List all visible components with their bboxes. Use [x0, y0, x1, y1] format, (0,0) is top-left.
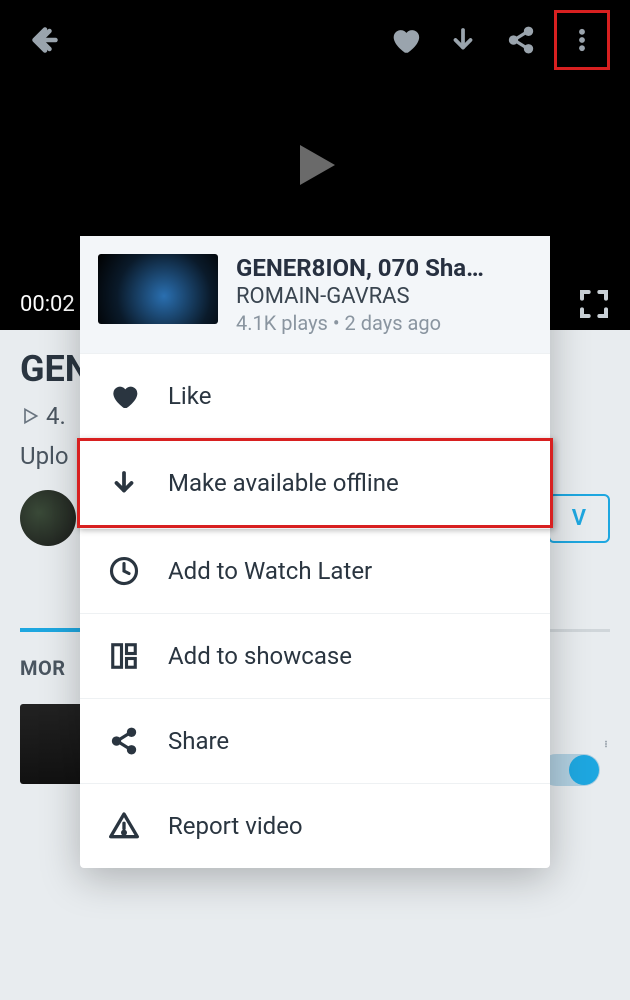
sheet-thumbnail [98, 254, 218, 324]
avatar[interactable] [20, 490, 76, 546]
current-time: 00:02 [20, 292, 75, 317]
back-button[interactable] [20, 15, 70, 65]
download-arrow-icon [109, 468, 139, 498]
menu-item-label: Like [168, 382, 211, 410]
menu-item-showcase[interactable]: Add to showcase [80, 613, 550, 698]
sheet-video-title: GENER8ION, 070 Sha… [236, 254, 532, 282]
menu-item-share[interactable]: Share [80, 698, 550, 783]
play-button[interactable] [285, 135, 345, 195]
menu-item-offline[interactable]: Make available offline [77, 438, 553, 528]
menu-item-like[interactable]: Like [80, 353, 550, 438]
play-small-icon [20, 406, 40, 426]
heart-icon [388, 23, 422, 57]
more-options-button[interactable] [554, 10, 610, 70]
menu-item-label: Make available offline [168, 469, 399, 497]
download-button[interactable] [438, 15, 488, 65]
clock-icon [109, 556, 139, 586]
menu-item-watch-later[interactable]: Add to Watch Later [80, 528, 550, 613]
menu-item-label: Add to showcase [168, 642, 352, 670]
more-vertical-icon [602, 729, 610, 759]
fullscreen-button[interactable] [578, 288, 610, 320]
like-button[interactable] [380, 15, 430, 65]
heart-icon [108, 380, 140, 412]
menu-item-report[interactable]: Report video [80, 783, 550, 868]
more-vertical-icon [568, 20, 596, 60]
row-more-button[interactable] [602, 729, 610, 759]
download-arrow-icon [448, 25, 478, 55]
sheet-meta: 4.1K plays • 2 days ago [236, 311, 532, 335]
toggle-knob [569, 755, 599, 785]
sheet-header: GENER8ION, 070 Sha… ROMAIN-GAVRAS 4.1K p… [80, 236, 550, 353]
sheet-author: ROMAIN-GAVRAS [236, 284, 532, 309]
follow-button[interactable]: V [548, 494, 610, 543]
share-button[interactable] [496, 15, 546, 65]
sheet-title-block: GENER8ION, 070 Sha… ROMAIN-GAVRAS 4.1K p… [236, 254, 532, 335]
menu-item-label: Share [168, 727, 229, 755]
stats-text: 4. [46, 402, 66, 430]
fullscreen-icon [578, 288, 610, 320]
showcase-icon [109, 641, 139, 671]
player-top-bar [0, 10, 630, 70]
share-icon [506, 25, 536, 55]
back-arrow-icon [27, 22, 63, 58]
menu-item-label: Add to Watch Later [168, 557, 372, 585]
warning-icon [108, 810, 140, 842]
options-sheet: GENER8ION, 070 Sha… ROMAIN-GAVRAS 4.1K p… [80, 236, 550, 868]
play-icon [285, 135, 345, 195]
share-icon [109, 726, 139, 756]
menu-item-label: Report video [168, 812, 303, 840]
